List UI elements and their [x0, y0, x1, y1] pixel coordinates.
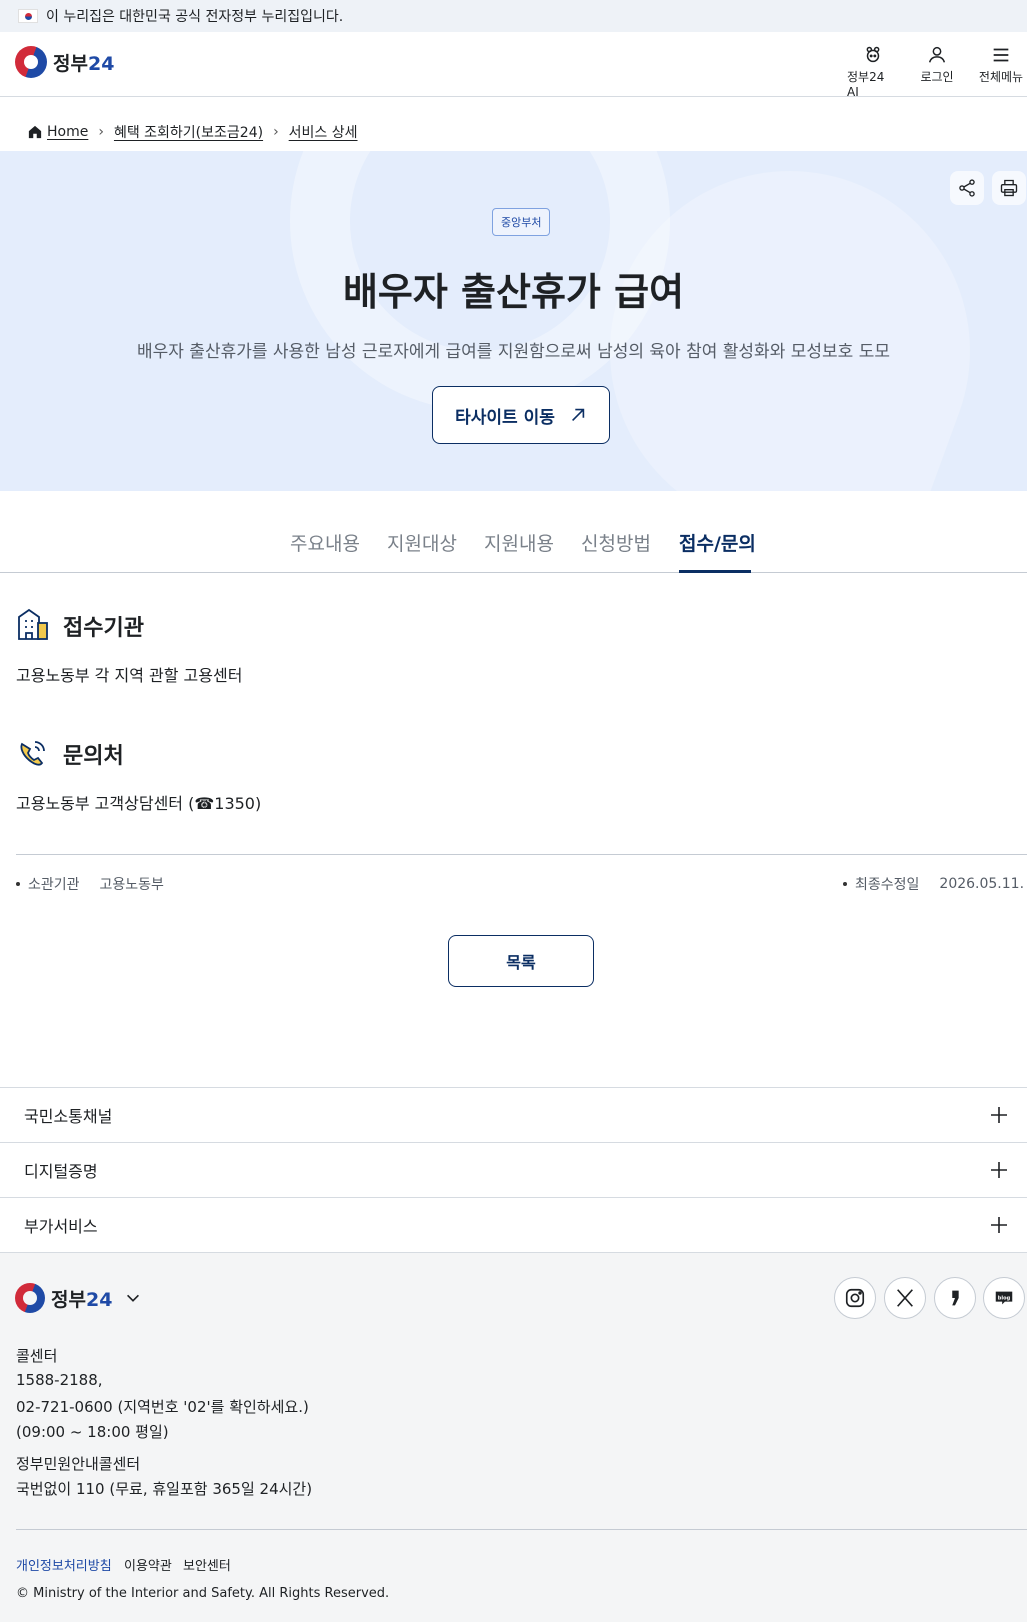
- managing-agency: 소관기관 고용노동부: [16, 874, 164, 894]
- breadcrumb-service-detail[interactable]: 서비스 상세: [289, 122, 358, 142]
- accordion-digital-certificate[interactable]: 디지털증명: [0, 1142, 1027, 1197]
- svg-text:blog: blog: [998, 1295, 1011, 1301]
- chevron-right-icon: ›: [273, 124, 279, 140]
- tab-support-details[interactable]: 지원내용: [484, 529, 554, 556]
- full-menu-button[interactable]: 전체메뉴: [975, 44, 1027, 99]
- accordion-label: 부가서비스: [24, 1217, 98, 1236]
- accordion-additional-services[interactable]: 부가서비스: [0, 1197, 1027, 1252]
- tab-main-content[interactable]: 주요내용: [290, 529, 360, 556]
- breadcrumb-benefits[interactable]: 혜택 조회하기(보조금24): [114, 122, 263, 142]
- breadcrumb-home[interactable]: Home: [47, 124, 88, 140]
- back-to-list-button[interactable]: 목록: [448, 935, 594, 987]
- accordion-label: 국민소통채널: [24, 1107, 113, 1126]
- share-button[interactable]: [950, 171, 984, 205]
- service-title: 배우자 출산휴가 급여: [342, 270, 685, 314]
- managing-agency-label: 소관기관: [28, 877, 80, 893]
- reception-title: 접수기관: [63, 616, 144, 641]
- print-icon: [1000, 179, 1018, 197]
- external-site-label: 타사이트 이동: [455, 407, 555, 428]
- tab-reception-inquiry[interactable]: 접수/문의: [679, 529, 756, 556]
- share-icon: [959, 179, 975, 197]
- plus-icon: [991, 1107, 1007, 1123]
- home-icon: [28, 125, 42, 139]
- instagram-icon: [845, 1288, 865, 1308]
- login-label: 로그인: [920, 70, 954, 84]
- meta-divider: [16, 854, 1027, 855]
- taegeuk-logo-icon: [15, 1283, 45, 1313]
- chevron-down-icon: [127, 1294, 140, 1302]
- tab-eligibility[interactable]: 지원대상: [387, 529, 457, 556]
- logo-text: 정부24: [53, 52, 115, 75]
- gov24-ai-label: 정부24 AI: [847, 70, 885, 99]
- privacy-policy-link[interactable]: 개인정보처리방침: [16, 1555, 112, 1574]
- plus-icon: [991, 1217, 1007, 1233]
- reception-text: 고용노동부 각 지역 관할 고용센터: [16, 666, 243, 685]
- header-actions: 정부24 AI 로그인 전체메뉴: [847, 44, 1027, 99]
- full-menu-label: 전체메뉴: [978, 70, 1024, 84]
- last-updated: 최종수정일 2026.05.11.: [843, 874, 1024, 894]
- login-button[interactable]: 로그인: [911, 44, 963, 99]
- gov24-ai-button[interactable]: 정부24 AI: [847, 44, 899, 99]
- ai-assistant-icon: [866, 46, 880, 63]
- terms-link[interactable]: 이용약관: [124, 1555, 172, 1574]
- managing-agency-value: 고용노동부: [99, 877, 164, 893]
- callcenter-hours: (09:00 ~ 18:00 평일): [16, 1423, 169, 1441]
- last-updated-label: 최종수정일: [855, 877, 920, 893]
- user-icon: [928, 46, 946, 63]
- building-icon: [18, 608, 48, 640]
- menu-icon: [993, 48, 1009, 62]
- civil-center-title: 정부민원안내콜센터: [16, 1455, 141, 1473]
- tab-how-to-apply[interactable]: 신청방법: [581, 529, 651, 556]
- civil-center-text: 국번없이 110 (무료, 휴일포함 365일 24시간): [16, 1480, 313, 1498]
- copyright: © Ministry of the Interior and Safety. A…: [16, 1586, 390, 1601]
- service-description: 배우자 출산휴가를 사용한 남성 근로자에게 급여를 지원함으로써 남성의 육아…: [136, 342, 890, 362]
- accordion-public-channels[interactable]: 국민소통채널: [0, 1087, 1027, 1142]
- inquiry-title: 문의처: [63, 744, 124, 769]
- site-footer: 정부24 blog 콜센터 1588-2188, 02-721-0600 (지역…: [0, 1252, 1027, 1622]
- service-hero: 중앙부처 배우자 출산휴가 급여 배우자 출산휴가를 사용한 남성 근로자에게 …: [0, 151, 1027, 491]
- accordion-label: 디지털증명: [24, 1162, 98, 1181]
- callcenter-title: 콜센터: [16, 1347, 58, 1365]
- site-header: 정부24 정부24 AI 로그인 전체메뉴: [0, 32, 1027, 99]
- story-link[interactable]: [934, 1277, 976, 1319]
- official-gov-banner: 이 누리집은 대한민국 공식 전자정부 누리집입니다.: [0, 0, 1027, 32]
- korean-flag-icon: [18, 9, 38, 23]
- footer-logo[interactable]: 정부24: [15, 1283, 142, 1313]
- x-link[interactable]: [884, 1277, 926, 1319]
- blog-link[interactable]: blog: [983, 1277, 1025, 1319]
- content-tabs: 주요내용 지원대상 지원내용 신청방법 접수/문의: [0, 491, 1027, 573]
- breadcrumb: Home › 혜택 조회하기(보조금24) › 서비스 상세: [28, 122, 358, 142]
- callcenter-numbers: 1588-2188,: [16, 1371, 103, 1389]
- footer-logo-text: 정부24: [51, 1288, 113, 1311]
- taegeuk-logo-icon: [15, 46, 47, 78]
- official-banner-text: 이 누리집은 대한민국 공식 전자정부 누리집입니다.: [46, 9, 344, 25]
- arrow-up-right-icon: [571, 408, 585, 421]
- gov24-logo[interactable]: 정부24: [15, 46, 114, 78]
- inquiry-text: 고용노동부 고객상담센터 (☎1350): [16, 794, 262, 813]
- instagram-link[interactable]: [834, 1277, 876, 1319]
- chevron-right-icon: ›: [98, 124, 104, 140]
- footer-divider: [16, 1529, 1027, 1530]
- phone-icon: [20, 741, 45, 766]
- security-center-link[interactable]: 보안센터: [183, 1555, 231, 1574]
- last-updated-value: 2026.05.11.: [939, 876, 1025, 892]
- external-site-button[interactable]: 타사이트 이동: [432, 386, 610, 444]
- agency-type-badge: 중앙부처: [492, 208, 551, 236]
- story-icon: [952, 1290, 959, 1306]
- print-button[interactable]: [992, 171, 1026, 205]
- plus-icon: [991, 1162, 1007, 1178]
- x-icon: [897, 1289, 913, 1307]
- blog-icon: blog: [995, 1291, 1013, 1305]
- callcenter-alt: 02-721-0600 (지역번호 '02'를 확인하세요.): [16, 1398, 309, 1416]
- active-tab-indicator: [679, 570, 751, 573]
